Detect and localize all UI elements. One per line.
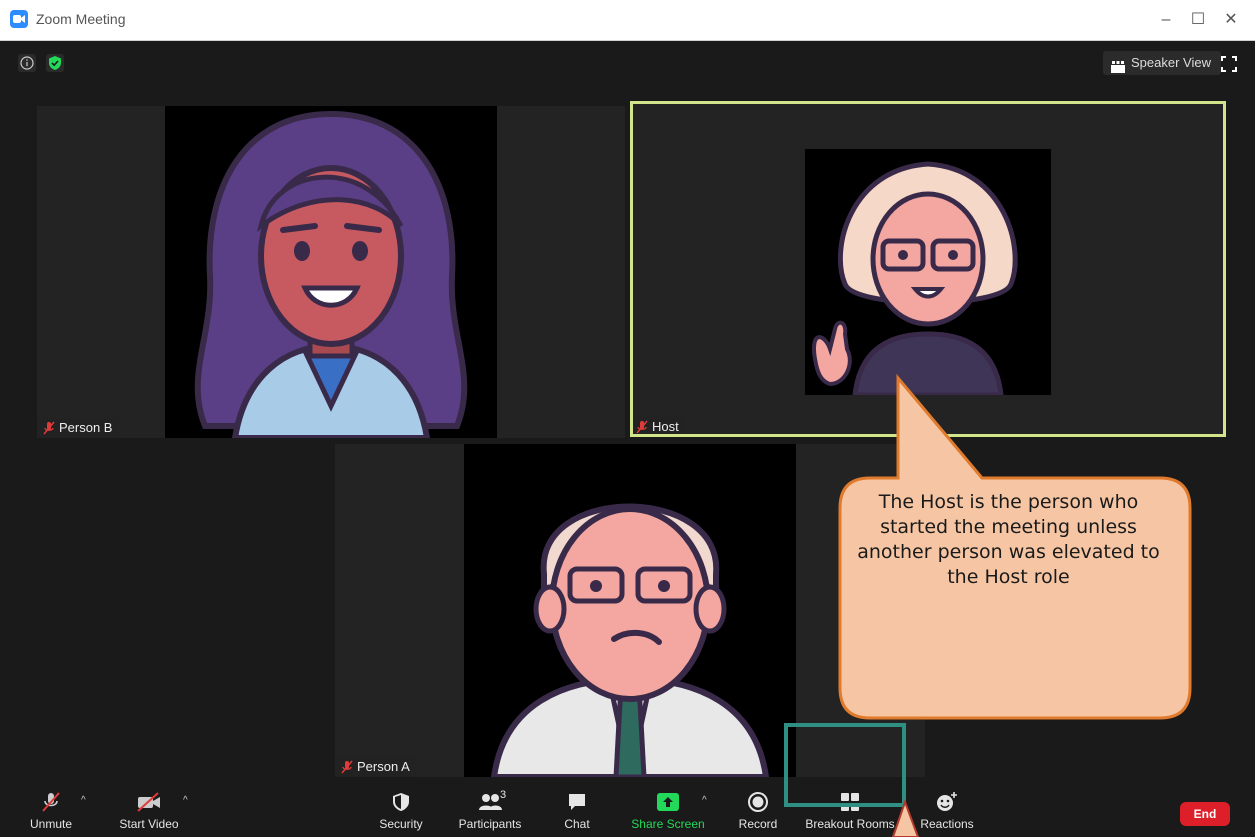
meeting-info-bar (18, 54, 70, 77)
participants-icon: 3 (473, 789, 507, 813)
video-off-icon (137, 792, 160, 812)
unmute-button[interactable]: Unmute (28, 791, 74, 831)
fullscreen-icon[interactable] (1220, 55, 1238, 73)
muted-mic-icon (340, 760, 354, 780)
end-meeting-button[interactable]: End (1180, 802, 1230, 826)
video-options-chevron-icon[interactable]: ^ (183, 795, 188, 806)
participant-name-person-a: Person A (335, 757, 416, 777)
video-tile-person-b[interactable]: Person B (37, 106, 625, 441)
participants-count: 3 (500, 789, 507, 801)
callout-text: The Host is the person who started the m… (857, 491, 1160, 588)
breakout-rooms-highlight (784, 723, 906, 807)
minimize-icon[interactable]: – (1148, 6, 1184, 34)
share-screen-button[interactable]: Share Screen (630, 791, 706, 831)
record-button[interactable]: Record (733, 791, 783, 831)
record-icon (748, 792, 768, 812)
avatar (464, 444, 796, 780)
meeting-area: Speaker View Person B Host Person A Unmu… (8, 41, 1255, 837)
participants-button[interactable]: 3 Participants (455, 789, 525, 831)
avatar (165, 106, 497, 441)
speaker-view-button[interactable]: Speaker View (1103, 51, 1221, 75)
audio-options-chevron-icon[interactable]: ^ (81, 795, 86, 806)
active-speaker-frame (630, 101, 1226, 437)
zoom-app-icon (10, 10, 28, 28)
shield-check-icon[interactable] (46, 54, 65, 72)
close-icon[interactable]: ✕ (1213, 6, 1249, 34)
muted-mic-icon (42, 792, 60, 812)
security-button[interactable]: Security (376, 791, 426, 831)
maximize-icon[interactable]: ☐ (1180, 6, 1216, 34)
participant-name-person-b: Person B (37, 418, 119, 441)
share-options-chevron-icon[interactable]: ^ (702, 795, 707, 806)
meeting-toolbar: Unmute ^ Start Video ^ Security 3 Partic… (8, 779, 1255, 837)
start-video-button[interactable]: Start Video (111, 791, 187, 831)
window-titlebar: Zoom Meeting – ☐ ✕ (0, 0, 1255, 41)
speaker-view-label: Speaker View (1131, 55, 1211, 70)
info-icon[interactable] (18, 54, 36, 72)
chat-button[interactable]: Chat (559, 791, 595, 831)
shield-icon (393, 793, 409, 811)
speaker-view-icon (1111, 57, 1125, 73)
muted-mic-icon (42, 421, 56, 441)
window-title: Zoom Meeting (36, 11, 126, 27)
reactions-icon (937, 792, 957, 811)
chat-icon (569, 794, 585, 810)
reactions-button[interactable]: Reactions (917, 791, 977, 831)
share-screen-icon (657, 793, 679, 811)
